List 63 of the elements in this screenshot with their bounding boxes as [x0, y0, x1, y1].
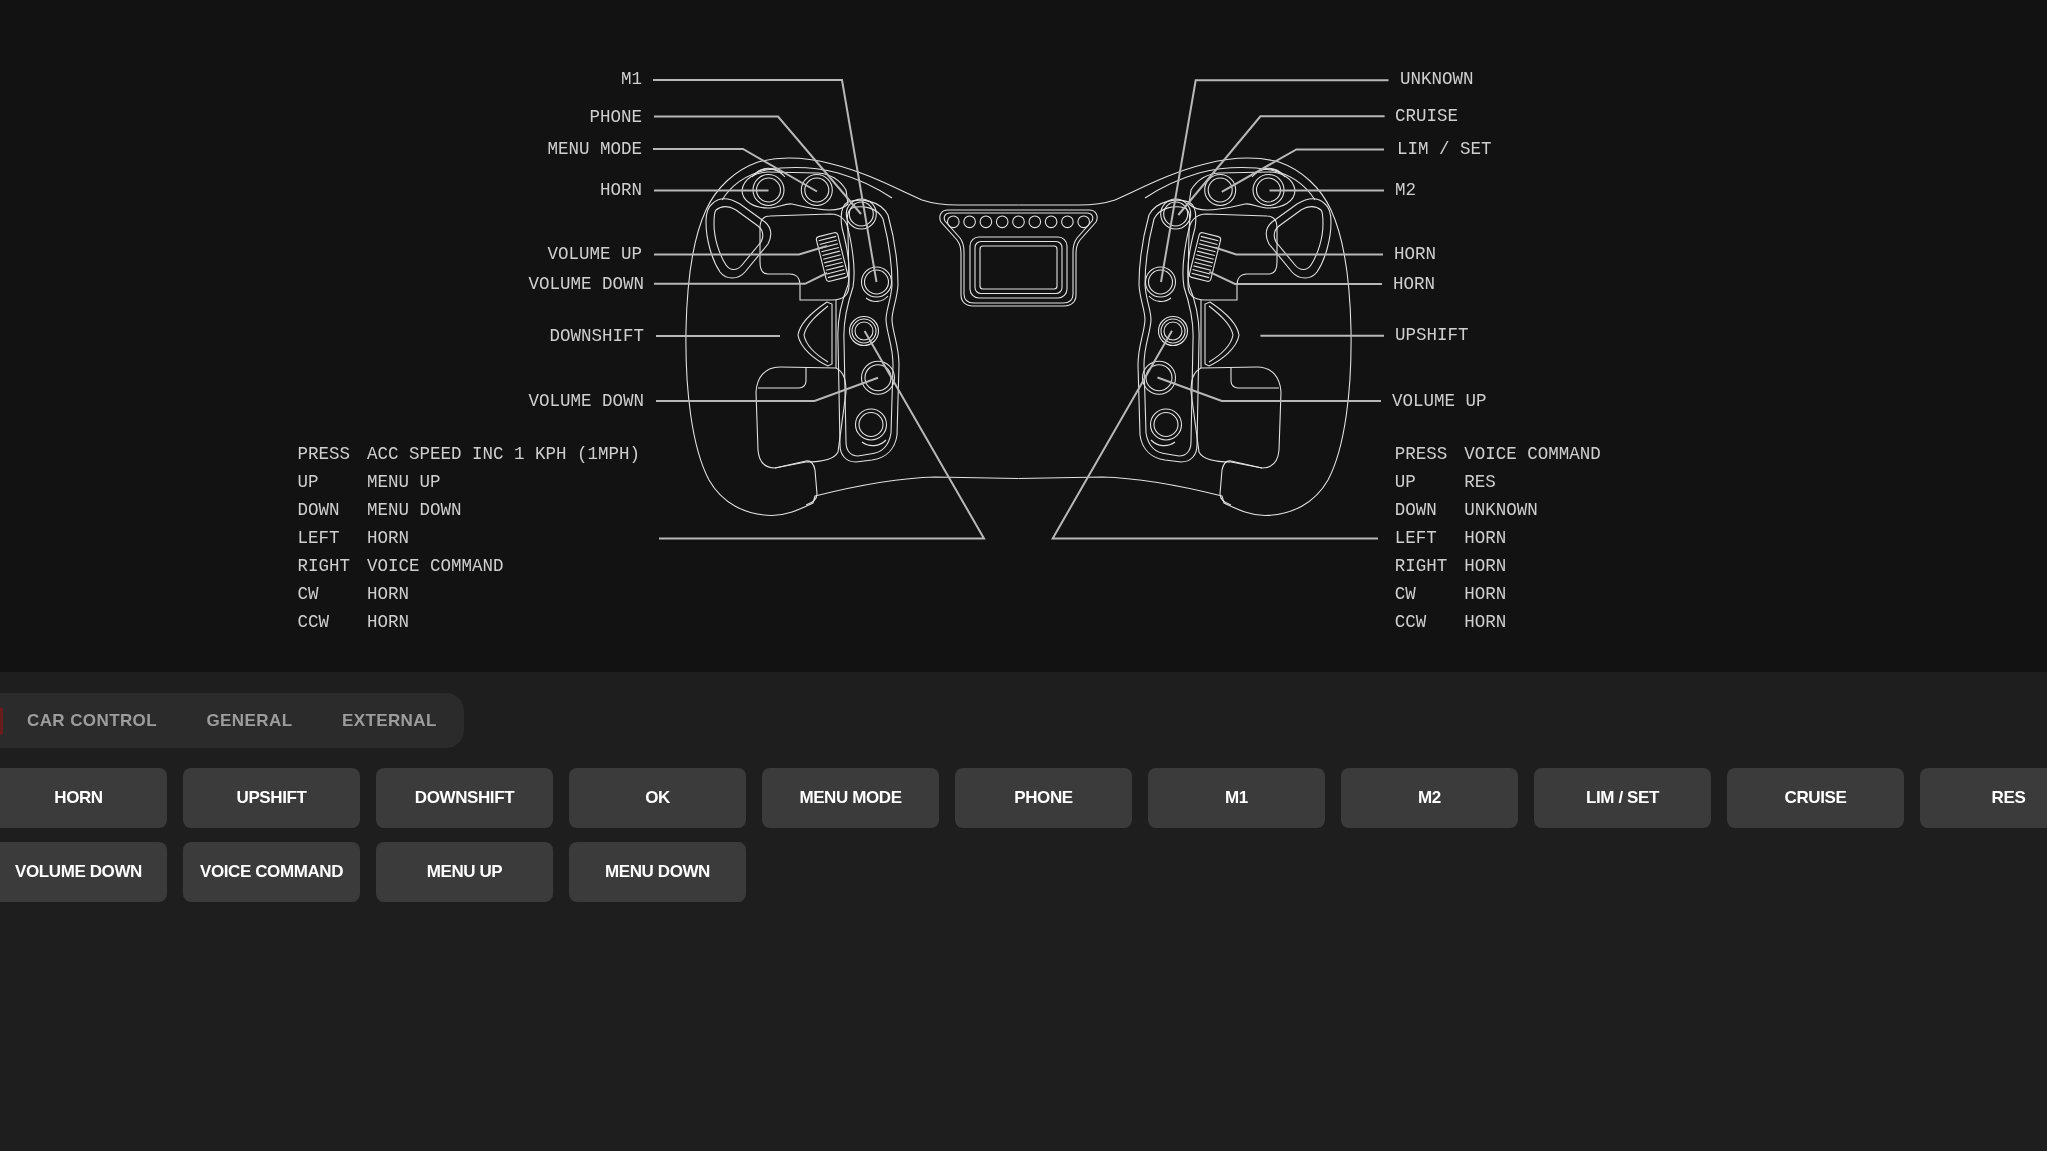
- callout-label: MENU MODE: [547, 137, 642, 160]
- action-button[interactable]: CRUISE: [1727, 768, 1904, 828]
- encoder-function-label: MENU DOWN: [367, 499, 463, 522]
- tab[interactable]: GENERAL: [182, 700, 318, 741]
- action-button[interactable]: OK: [569, 768, 746, 828]
- encoder-function-label: RES: [1464, 471, 1497, 494]
- encoder-function-label: HORN: [1464, 526, 1508, 549]
- encoder-function-label: HORN: [367, 527, 410, 550]
- encoder-input-label: DOWN: [1394, 499, 1438, 521]
- action-button[interactable]: UPSHIFT: [183, 768, 360, 828]
- action-button[interactable]: DOWNSHIFT: [376, 768, 553, 828]
- callout-label: VOLUME DOWN: [528, 389, 644, 412]
- encoder-function-label: HORN: [1464, 554, 1508, 577]
- encoder-input-label: LEFT: [297, 527, 341, 550]
- callout-label: M2: [1395, 179, 1416, 202]
- encoder-function-label: VOICE COMMAND: [1464, 443, 1601, 466]
- encoder-input-label: DOWN: [297, 499, 341, 522]
- callout-label: DOWNSHIFT: [549, 324, 644, 347]
- action-button[interactable]: VOICE COMMAND: [183, 842, 360, 902]
- encoder-function-label: HORN: [1464, 610, 1508, 633]
- action-button[interactable]: HORN: [0, 768, 167, 828]
- action-button[interactable]: RES: [1920, 768, 2047, 828]
- cut-off-tab-edge: [0, 706, 3, 735]
- callout-label: CRUISE: [1395, 105, 1458, 128]
- encoder-input-label: PRESS: [1394, 443, 1449, 466]
- action-button[interactable]: PHONE: [955, 768, 1132, 828]
- encoder-input-label: CW: [297, 582, 320, 605]
- action-button[interactable]: LIM / SET: [1534, 768, 1711, 828]
- encoder-function-label: VOICE COMMAND: [367, 555, 505, 577]
- encoder-input-label: UP: [1394, 471, 1417, 494]
- action-button[interactable]: MENU DOWN: [569, 842, 746, 902]
- tab[interactable]: CAR CONTROL: [3, 700, 183, 741]
- callout-label: HORN: [600, 179, 642, 202]
- callout-label: VOLUME UP: [1392, 389, 1487, 412]
- action-button[interactable]: MENU MODE: [762, 768, 939, 828]
- callout-label: M1: [621, 68, 642, 91]
- encoder-input-label: CCW: [297, 610, 330, 633]
- encoder-function-label: UNKNOWN: [1464, 499, 1539, 521]
- encoder-input-label: UP: [297, 471, 320, 494]
- encoder-input-label: LEFT: [1394, 526, 1438, 549]
- callout-label: UNKNOWN: [1400, 68, 1474, 91]
- callout-label: LIM / SET: [1397, 137, 1492, 160]
- action-button[interactable]: MENU UP: [376, 842, 553, 902]
- encoder-function-label: HORN: [367, 610, 410, 633]
- encoder-input-label: RIGHT: [1394, 554, 1449, 577]
- encoder-input-label: PRESS: [297, 443, 351, 466]
- callout-label: HORN: [1393, 272, 1435, 295]
- tab[interactable]: EXTERNAL: [317, 700, 463, 741]
- action-button[interactable]: M2: [1341, 768, 1518, 828]
- callout-label: VOLUME UP: [547, 243, 642, 266]
- encoder-function-label: ACC SPEED INC 1 KPH (1MPH): [367, 443, 641, 466]
- callout-label: HORN: [1394, 243, 1436, 266]
- callout-label: PHONE: [589, 105, 642, 128]
- encoder-function-label: HORN: [367, 582, 410, 605]
- encoder-input-label: CCW: [1394, 610, 1428, 633]
- callout-label: VOLUME DOWN: [528, 272, 644, 295]
- action-button[interactable]: M1: [1148, 768, 1325, 828]
- encoder-function-label: HORN: [1464, 582, 1508, 605]
- callout-label: UPSHIFT: [1395, 324, 1469, 347]
- action-button[interactable]: VOLUME DOWN: [0, 842, 167, 902]
- encoder-input-label: CW: [1394, 582, 1417, 605]
- encoder-function-label: MENU UP: [367, 471, 442, 494]
- encoder-input-label: RIGHT: [297, 555, 351, 577]
